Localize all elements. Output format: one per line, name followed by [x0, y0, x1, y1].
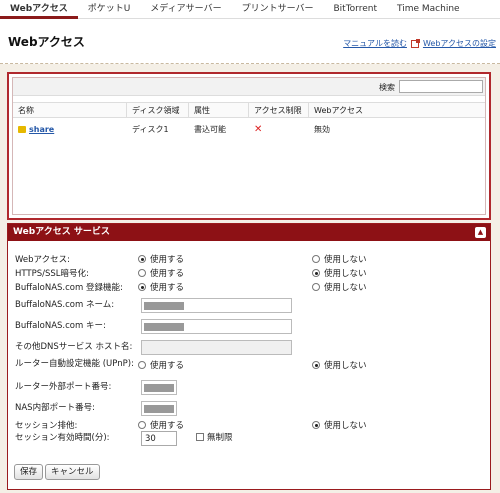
- masked-value: [144, 405, 174, 413]
- web-access-label: Webアクセス:: [15, 255, 70, 265]
- https-nouse-radio[interactable]: 使用しない: [312, 267, 367, 279]
- nas-port-label: NAS内部ポート番号:: [15, 403, 95, 413]
- search-input[interactable]: [399, 80, 483, 93]
- https-use-radio[interactable]: 使用する: [138, 267, 184, 279]
- top-navigation: Webアクセス ポケットU メディアサーバー プリントサーバー BitTorre…: [0, 0, 500, 19]
- tab-time-machine[interactable]: Time Machine: [387, 0, 470, 19]
- upnp-use-radio[interactable]: 使用する: [138, 359, 184, 371]
- tab-print-server[interactable]: プリントサーバー: [232, 0, 324, 19]
- table-header: 名称 ディスク領域 属性 アクセス制限 Webアクセス: [13, 102, 485, 118]
- session-exclusive-label: セッション排他:: [15, 421, 78, 431]
- unlimited-checkbox[interactable]: 無制限: [196, 431, 233, 443]
- share-list-panel: 検索 名称 ディスク領域 属性 アクセス制限 Webアクセス share ディス…: [7, 72, 491, 220]
- masked-value: [144, 384, 174, 392]
- header-links: マニュアルを読む Webアクセスの設定: [343, 38, 496, 49]
- session-exclusive-nouse-radio[interactable]: 使用しない: [312, 419, 367, 431]
- column-attribute[interactable]: 属性: [189, 103, 249, 117]
- session-timeout-label: セッション有効時間(分):: [15, 433, 110, 443]
- panel-title: Webアクセス サービス ▲: [8, 224, 490, 241]
- manual-link[interactable]: マニュアルを読む: [343, 38, 407, 49]
- external-link-icon: [410, 38, 420, 48]
- search-bar: 検索: [13, 78, 485, 96]
- dns-host-label: その他DNSサービス ホスト名:: [15, 342, 133, 352]
- dns-host-field[interactable]: [141, 340, 292, 355]
- session-exclusive-use-radio[interactable]: 使用する: [138, 419, 184, 431]
- page-header: Webアクセス マニュアルを読む Webアクセスの設定: [0, 19, 500, 64]
- buffalonas-reg-use-radio[interactable]: 使用する: [138, 281, 184, 293]
- buffalonas-key-label: BuffaloNAS.com キー:: [15, 321, 106, 331]
- share-name-link[interactable]: share: [29, 125, 54, 134]
- tab-bittorrent[interactable]: BitTorrent: [324, 0, 388, 19]
- tab-pocket-u[interactable]: ポケットU: [78, 0, 141, 19]
- cell-web-access: 無効: [314, 124, 330, 134]
- upnp-label: ルーター自動設定機能 (UPnP):: [15, 359, 134, 369]
- session-timeout-input[interactable]: 30: [141, 431, 177, 446]
- web-access-service-panel: Webアクセス サービス ▲ Webアクセス: 使用する 使用しない HTTPS…: [7, 223, 491, 490]
- access-restriction-off-icon: ✕: [254, 123, 263, 135]
- collapse-icon[interactable]: ▲: [475, 227, 486, 238]
- table-row[interactable]: share ディスク1 書込可能 ✕ 無効: [13, 120, 485, 138]
- buffalonas-reg-nouse-radio[interactable]: 使用しない: [312, 281, 367, 293]
- cell-attribute: 書込可能: [194, 124, 226, 134]
- buffalonas-reg-label: BuffaloNAS.com 登録機能:: [15, 283, 123, 293]
- tab-media-server[interactable]: メディアサーバー: [140, 0, 231, 19]
- router-port-field[interactable]: [141, 380, 177, 395]
- buffalonas-name-label: BuffaloNAS.com ネーム:: [15, 300, 115, 310]
- router-port-label: ルーター外部ポート番号:: [15, 382, 112, 392]
- search-label: 検索: [379, 83, 395, 92]
- cancel-button[interactable]: キャンセル: [45, 464, 100, 480]
- column-name[interactable]: 名称: [13, 103, 127, 117]
- buffalonas-name-field[interactable]: [141, 298, 292, 313]
- masked-value: [144, 302, 184, 310]
- web-access-nouse-radio[interactable]: 使用しない: [312, 253, 367, 265]
- upnp-nouse-radio[interactable]: 使用しない: [312, 359, 367, 371]
- tab-web-access[interactable]: Webアクセス: [0, 0, 78, 19]
- column-disk[interactable]: ディスク領域: [127, 103, 189, 117]
- save-button[interactable]: 保存: [14, 464, 44, 480]
- column-web-access[interactable]: Webアクセス: [309, 103, 485, 117]
- nas-port-field[interactable]: [141, 401, 177, 416]
- masked-value: [144, 323, 184, 331]
- web-access-use-radio[interactable]: 使用する: [138, 253, 184, 265]
- column-access-restriction[interactable]: アクセス制限: [249, 103, 309, 117]
- folder-icon: [18, 125, 26, 133]
- https-label: HTTPS/SSL暗号化:: [15, 269, 89, 279]
- page-title: Webアクセス: [8, 35, 85, 49]
- cell-disk: ディスク1: [132, 124, 169, 134]
- web-access-settings-link[interactable]: Webアクセスの設定: [423, 38, 496, 49]
- panel-title-text: Webアクセス サービス: [13, 227, 110, 237]
- buffalonas-key-field[interactable]: [141, 319, 292, 334]
